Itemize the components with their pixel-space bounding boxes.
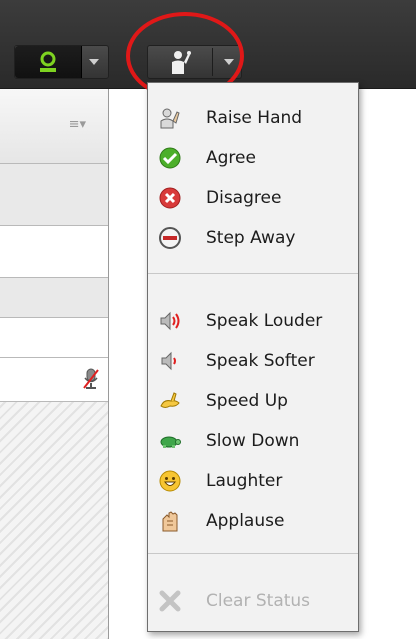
webcam-icon (40, 51, 56, 72)
menu-item-label: Applause (206, 511, 285, 531)
attendee-list-panel: ≡▾ (0, 89, 109, 639)
menu-item-label: Raise Hand (206, 108, 303, 128)
menu-lines-icon[interactable]: ≡▾ (69, 117, 86, 132)
menu-item-label: Laughter (206, 471, 283, 491)
status-menu: Raise Hand Agree Disagree Step Away Spea… (147, 82, 359, 632)
webcam-main-button[interactable] (15, 46, 82, 78)
turtle-icon (158, 429, 182, 453)
list-item[interactable] (0, 278, 108, 318)
menu-item-label: Speak Softer (206, 351, 315, 371)
menu-item-disagree[interactable]: Disagree (148, 181, 358, 215)
menu-separator (148, 273, 358, 274)
list-item[interactable] (0, 226, 108, 278)
speaker-soft-icon (158, 349, 182, 373)
menu-item-label: Step Away (206, 228, 296, 248)
status-dropdown-arrow-icon[interactable] (224, 59, 234, 65)
menu-item-laughter[interactable]: Laughter (148, 464, 358, 498)
webcam-button[interactable] (14, 45, 109, 79)
speaker-loud-icon (158, 309, 182, 333)
menu-separator (148, 553, 358, 554)
disagree-icon (158, 186, 182, 210)
clapping-hands-icon (158, 509, 182, 533)
list-item[interactable] (0, 318, 108, 358)
list-item[interactable] (0, 164, 108, 226)
muted-microphone-icon (83, 368, 99, 389)
menu-item-speak-softer[interactable]: Speak Softer (148, 344, 358, 378)
menu-item-speak-louder[interactable]: Speak Louder (148, 304, 358, 338)
status-button-divider (212, 48, 213, 76)
menu-item-speed-up[interactable]: Speed Up (148, 384, 358, 418)
menu-item-label: Speed Up (206, 391, 288, 411)
menu-item-slow-down[interactable]: Slow Down (148, 424, 358, 458)
smiley-icon (158, 469, 182, 493)
raise-hand-icon (158, 106, 182, 130)
status-button[interactable] (147, 45, 242, 79)
menu-item-applause[interactable]: Applause (148, 504, 358, 538)
clear-x-icon (158, 589, 182, 613)
top-toolbar (0, 0, 416, 100)
menu-item-label: Agree (206, 148, 256, 168)
agree-icon (158, 146, 182, 170)
menu-item-raise-hand[interactable]: Raise Hand (148, 101, 358, 135)
rabbit-icon (158, 389, 182, 413)
menu-item-label: Slow Down (206, 431, 300, 451)
menu-item-label: Clear Status (206, 591, 311, 611)
raised-hand-person-icon (172, 51, 191, 74)
menu-item-agree[interactable]: Agree (148, 141, 358, 175)
menu-item-clear-status[interactable]: Clear Status (148, 584, 358, 618)
menu-item-label: Speak Louder (206, 311, 323, 331)
panel-header: ≡▾ (0, 89, 108, 164)
menu-item-label: Disagree (206, 188, 282, 208)
webcam-dropdown-arrow-icon[interactable] (89, 59, 99, 65)
step-away-icon (158, 226, 182, 250)
menu-item-step-away[interactable]: Step Away (148, 221, 358, 255)
list-item[interactable] (0, 358, 108, 402)
